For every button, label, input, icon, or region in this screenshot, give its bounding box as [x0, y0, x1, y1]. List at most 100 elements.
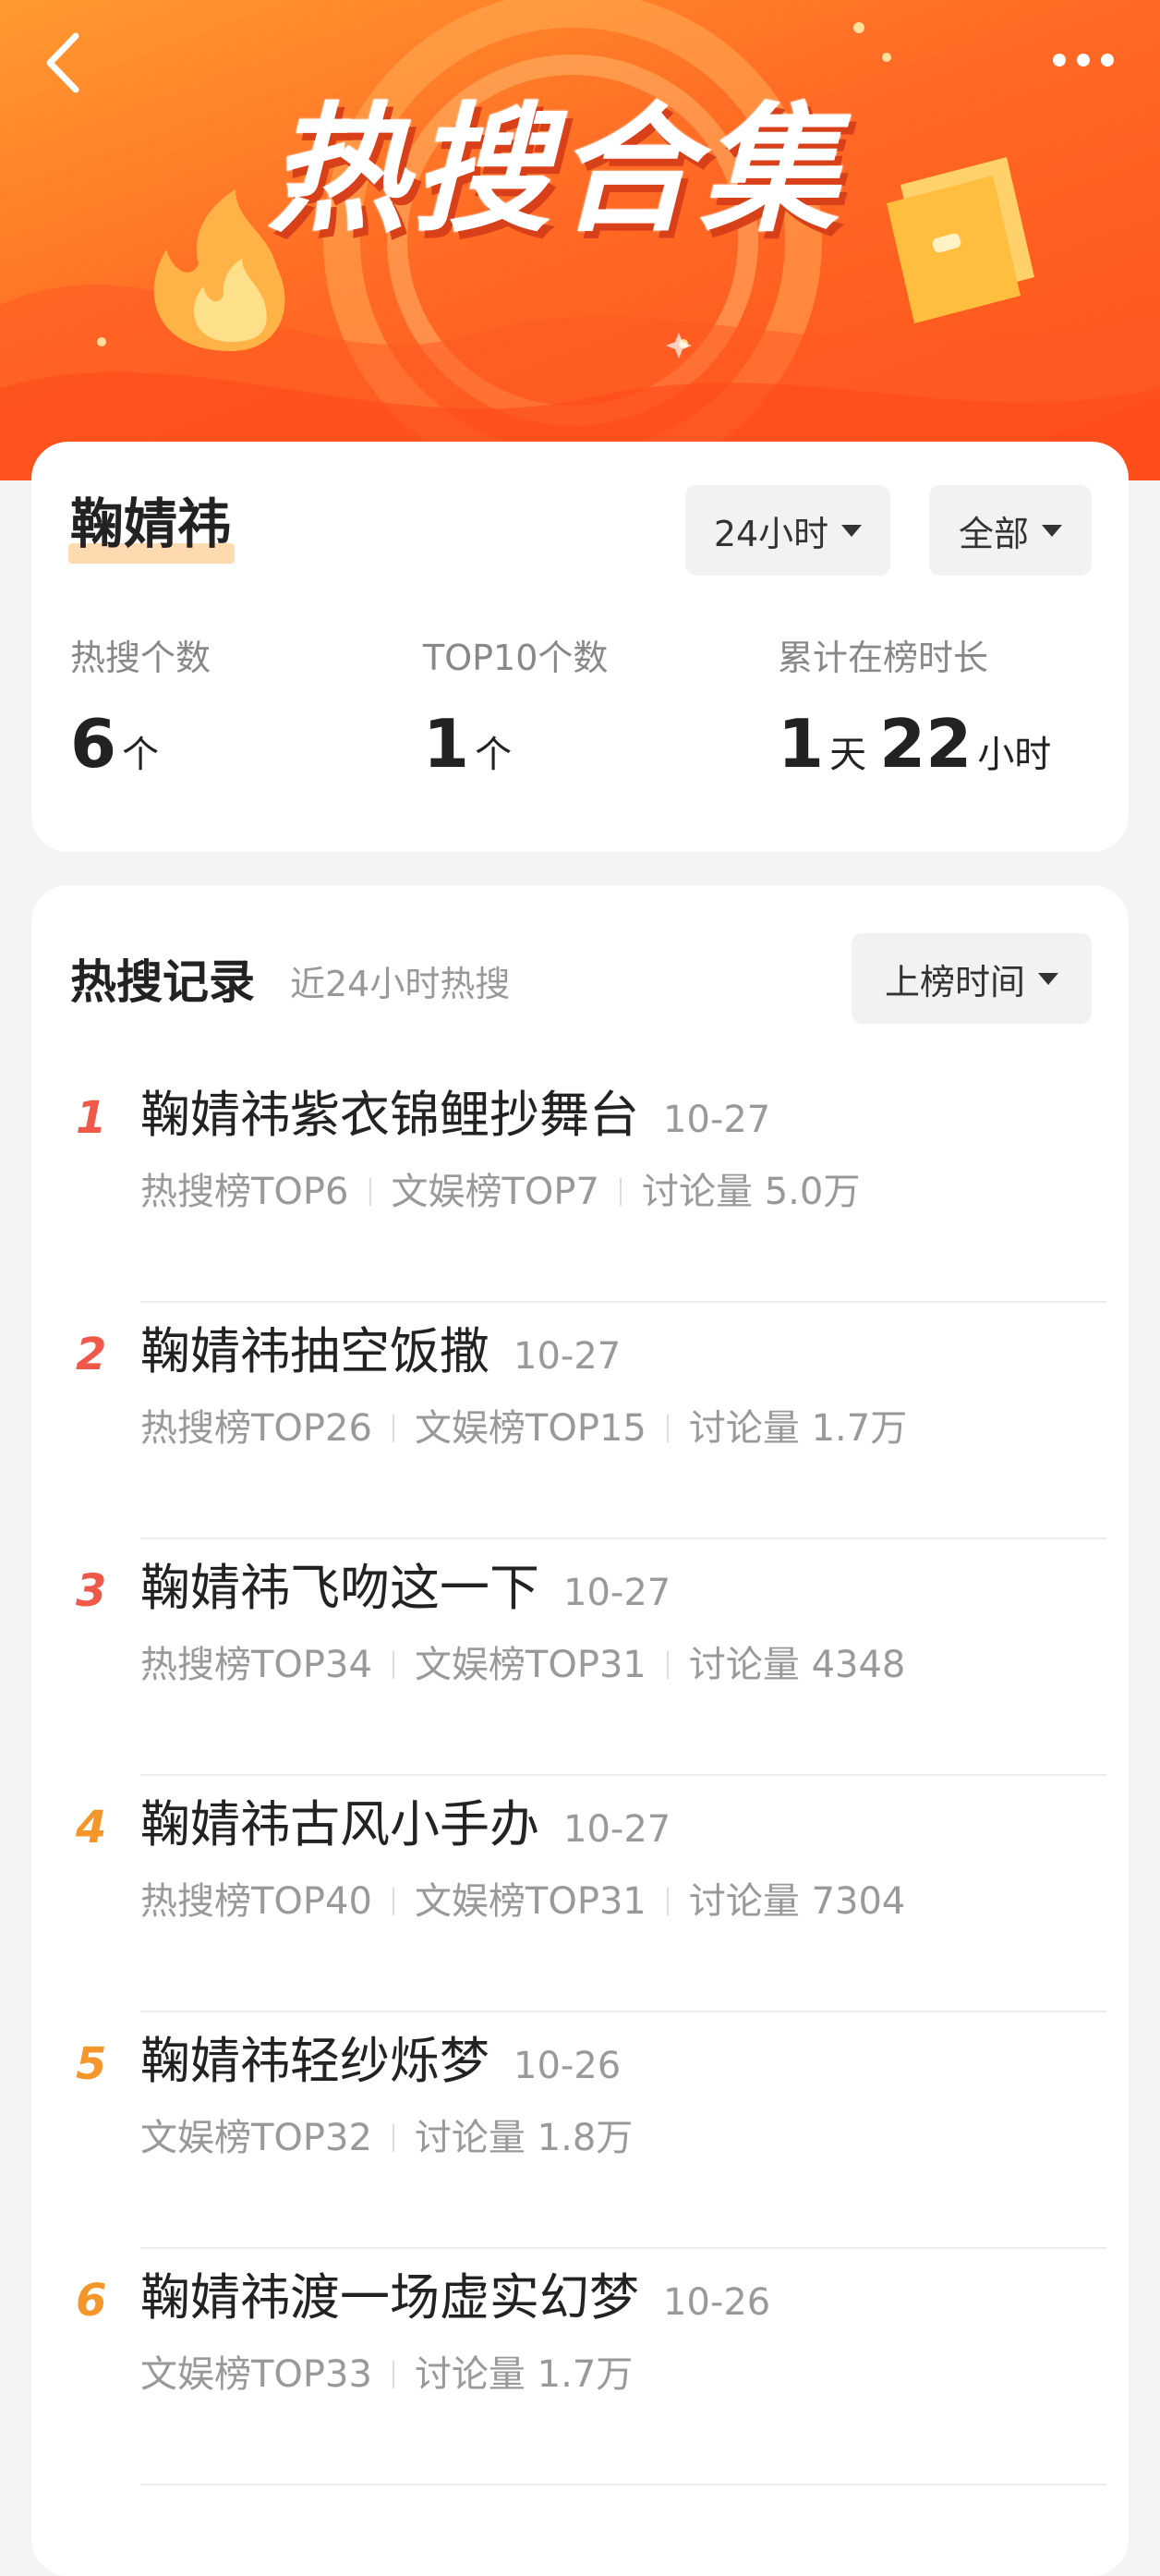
record-meta-item: 热搜榜TOP26: [140, 1407, 372, 1450]
more-dot-icon: [1053, 54, 1066, 67]
record-title-line: 鞠婧祎飞吻这一下 10-27: [140, 1563, 671, 1613]
stat-unit: 个: [475, 734, 513, 776]
stat-unit: 个: [122, 734, 160, 776]
record-meta: 热搜榜TOP6 文娱榜TOP7 讨论量 5.0万: [140, 1173, 860, 1210]
caret-down-icon: [1038, 972, 1058, 985]
hot-search-record[interactable]: 5 鞠婧祎轻纱烁梦 10-26 文娱榜TOP32 讨论量 1.8万: [31, 2012, 1129, 2249]
record-meta-item: 文娱榜TOP31: [414, 1880, 646, 1923]
record-divider: [140, 2484, 1106, 2485]
record-meta-item: 文娱榜TOP32: [140, 2117, 372, 2159]
record-date: 10-26: [514, 2045, 622, 2087]
time-filter-label: 24小时: [713, 513, 829, 554]
record-meta-item: 文娱榜TOP15: [414, 1407, 646, 1450]
summary-card: 鞠婧祎 24小时 全部 热搜个数 6个 TOP10个数 1个 累计在榜时长 1天…: [31, 442, 1129, 852]
stat-label: 热搜个数: [70, 638, 211, 678]
records-subtitle: 近24小时热搜: [290, 964, 511, 1004]
records-title: 热搜记录: [70, 955, 255, 1009]
record-meta-item: 讨论量 1.8万: [414, 2117, 634, 2159]
more-options-button[interactable]: [1042, 37, 1125, 83]
stat-value: 6个: [70, 711, 211, 777]
record-title: 鞠婧祎飞吻这一下: [140, 1559, 539, 1617]
banner-title: 热搜合集: [268, 91, 845, 251]
record-meta-item: 文娱榜TOP31: [414, 1644, 646, 1686]
record-meta-item: 文娱榜TOP33: [140, 2353, 372, 2396]
record-meta-item: 讨论量 1.7万: [414, 2353, 634, 2396]
flame-icon: [153, 189, 285, 351]
record-meta: 热搜榜TOP40 文娱榜TOP31 讨论量 7304: [140, 1883, 905, 1920]
record-title: 鞠婧祎轻纱烁梦: [140, 2032, 489, 2090]
record-rank: 3: [76, 1565, 107, 1617]
sort-dropdown[interactable]: 上榜时间: [852, 933, 1092, 1024]
scope-filter-label: 全部: [958, 513, 1029, 554]
stat-hours-unit: 小时: [977, 734, 1052, 776]
meta-separator: [392, 1415, 394, 1442]
meta-separator: [666, 1888, 669, 1915]
caret-down-icon: [841, 524, 863, 537]
meta-separator: [392, 1888, 394, 1915]
more-dot-icon: [1101, 54, 1114, 67]
record-title: 鞠婧祎抽空饭撒: [140, 1322, 489, 1380]
record-date: 10-27: [514, 1335, 622, 1378]
record-meta: 文娱榜TOP32 讨论量 1.8万: [140, 2120, 633, 2157]
record-rank: 1: [76, 1092, 107, 1144]
record-meta-item: 文娱榜TOP7: [391, 1171, 600, 1213]
hot-search-record[interactable]: 2 鞠婧祎抽空饭撒 10-27 热搜榜TOP26 文娱榜TOP15 讨论量 1.7万: [31, 1303, 1129, 1539]
sort-label: 上榜时间: [884, 961, 1025, 1002]
hot-search-record[interactable]: 4 鞠婧祎古风小手办 10-27 热搜榜TOP40 文娱榜TOP31 讨论量 7304: [31, 1776, 1129, 2012]
back-button[interactable]: [35, 26, 91, 100]
stat-total-duration: 累计在榜时长 1 天 22 小时: [778, 640, 1064, 777]
stat-number: 1: [423, 705, 470, 783]
record-title-line: 鞠婧祎渡一场虚实幻梦 10-26: [140, 2273, 770, 2323]
record-title-line: 鞠婧祎紫衣锦鲤抄舞台 10-27: [140, 1090, 770, 1140]
record-title: 鞠婧祎渡一场虚实幻梦: [140, 2268, 639, 2327]
header-banner: 热搜合集: [0, 0, 1160, 480]
record-meta-item: 热搜榜TOP40: [140, 1880, 372, 1923]
stat-number: 6: [70, 705, 117, 783]
records-card: 热搜记录 近24小时热搜 上榜时间 1 鞠婧祎紫衣锦鲤抄舞台 10-27 热搜榜TOP…: [31, 885, 1129, 2576]
record-date: 10-27: [663, 1099, 771, 1141]
hot-search-record[interactable]: 6 鞠婧祎渡一场虚实幻梦 10-26 文娱榜TOP33 讨论量 1.7万: [31, 2249, 1129, 2485]
record-title-line: 鞠婧祎古风小手办 10-27: [140, 1800, 671, 1850]
record-title-line: 鞠婧祎抽空饭撒 10-27: [140, 1327, 621, 1377]
record-meta-item: 讨论量 1.7万: [688, 1407, 908, 1450]
record-meta: 热搜榜TOP34 文娱榜TOP31 讨论量 4348: [140, 1646, 905, 1683]
record-date: 10-27: [563, 1808, 671, 1851]
stat-hot-count: 热搜个数 6个: [70, 640, 211, 777]
record-rank: 4: [76, 1802, 107, 1853]
more-dot-icon: [1077, 54, 1090, 67]
record-date: 10-26: [663, 2281, 771, 2324]
record-title: 鞠婧祎紫衣锦鲤抄舞台: [140, 1086, 639, 1144]
meta-separator: [392, 1651, 394, 1679]
stat-top10-count: TOP10个数 1个: [423, 640, 608, 777]
record-meta-item: 热搜榜TOP34: [140, 1644, 372, 1686]
stat-value: 1个: [423, 711, 608, 777]
stat-days: 1: [778, 705, 825, 783]
stat-days-unit: 天: [829, 734, 867, 776]
record-date: 10-27: [563, 1572, 671, 1614]
record-meta-item: 热搜榜TOP6: [140, 1171, 349, 1213]
record-title: 鞠婧祎古风小手办: [140, 1795, 539, 1853]
hot-search-record[interactable]: 3 鞠婧祎飞吻这一下 10-27 热搜榜TOP34 文娱榜TOP31 讨论量 4348: [31, 1539, 1129, 1776]
meta-separator: [666, 1415, 669, 1442]
stat-hours: 22: [879, 705, 973, 783]
record-rank: 6: [76, 2275, 107, 2327]
hot-search-record[interactable]: 1 鞠婧祎紫衣锦鲤抄舞台 10-27 热搜榜TOP6 文娱榜TOP7 讨论量 5.0万: [31, 1066, 1129, 1303]
folder-icon: [887, 157, 1034, 323]
person-name-text: 鞠婧祎: [70, 492, 232, 555]
stat-label: TOP10个数: [423, 638, 609, 678]
record-meta: 热搜榜TOP26 文娱榜TOP15 讨论量 1.7万: [140, 1410, 907, 1447]
chevron-left-icon: [46, 32, 79, 93]
record-meta-item: 讨论量 4348: [688, 1644, 906, 1686]
meta-separator: [392, 2124, 394, 2152]
meta-separator: [369, 1178, 371, 1206]
scope-filter-dropdown[interactable]: 全部: [929, 485, 1092, 576]
time-filter-dropdown[interactable]: 24小时: [685, 485, 890, 576]
stat-label: 累计在榜时长: [778, 638, 989, 678]
person-name: 鞠婧祎: [68, 497, 235, 564]
meta-separator: [392, 2361, 394, 2388]
caret-down-icon: [1042, 524, 1062, 537]
meta-separator: [666, 1651, 669, 1679]
record-meta-item: 讨论量 5.0万: [642, 1171, 861, 1213]
record-title-line: 鞠婧祎轻纱烁梦 10-26: [140, 2036, 621, 2086]
stat-value: 1 天 22 小时: [778, 711, 1064, 777]
